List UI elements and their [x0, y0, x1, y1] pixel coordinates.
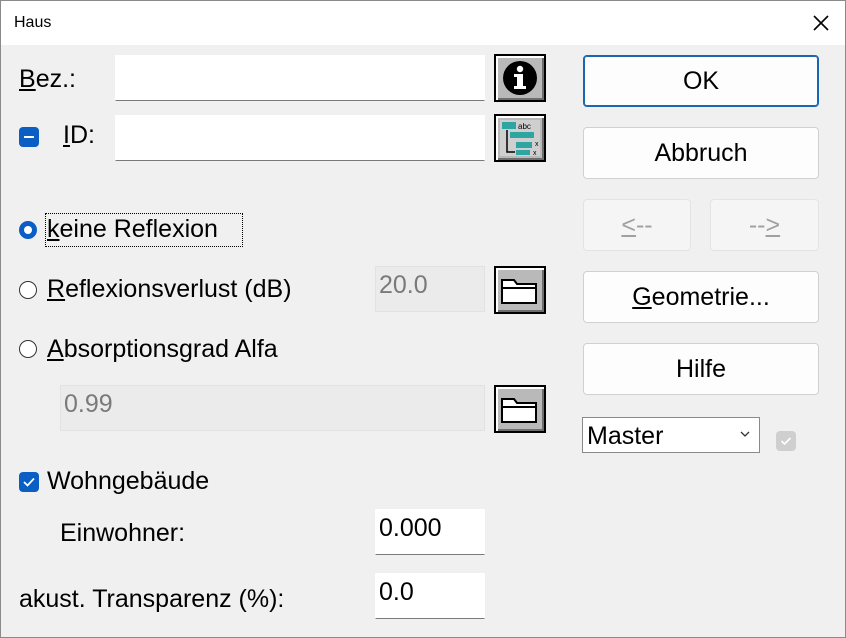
info-button[interactable]	[494, 54, 546, 102]
einwohner-input[interactable]: 0.000	[375, 509, 485, 555]
transparenz-label: akust. Transparenz (%):	[19, 585, 285, 613]
svg-text:abc: abc	[518, 122, 531, 131]
id-toggle-checkbox[interactable]	[19, 127, 39, 147]
check-icon	[780, 437, 792, 446]
svg-text:x: x	[535, 141, 539, 148]
radio-reflexionsverlust[interactable]	[19, 281, 37, 299]
alfa-folder-button[interactable]	[494, 385, 546, 433]
check-icon	[23, 477, 35, 487]
id-label: ID:	[63, 121, 95, 149]
minus-icon	[24, 136, 34, 138]
label-keine-reflexion[interactable]: keine Reflexion	[47, 215, 218, 244]
bez-label: Bez.:	[19, 65, 76, 93]
ok-button[interactable]: OK	[583, 55, 819, 107]
verlust-folder-button[interactable]	[494, 266, 546, 314]
title-bar: Haus	[1, 1, 845, 45]
close-button[interactable]	[797, 1, 845, 45]
alfa-input[interactable]: 0.99	[60, 385, 485, 431]
tree-list-icon: abc x x	[500, 120, 540, 157]
bez-input[interactable]	[115, 55, 485, 101]
chevron-down-icon	[740, 431, 750, 437]
svg-text:x: x	[533, 150, 537, 157]
window-title: Haus	[14, 14, 52, 31]
folder-icon	[501, 279, 537, 304]
einwohner-label: Einwohner:	[60, 519, 186, 547]
transparenz-input[interactable]: 0.0	[375, 573, 485, 619]
abbruch-button[interactable]: Abbruch	[583, 127, 819, 179]
label-absorptionsgrad[interactable]: Absorptionsgrad Alfa	[47, 335, 278, 364]
close-icon	[813, 15, 829, 31]
info-icon	[503, 61, 537, 95]
hilfe-button[interactable]: Hilfe	[583, 343, 819, 395]
radio-absorptionsgrad[interactable]	[19, 340, 37, 358]
master-select-value: Master	[587, 422, 664, 450]
id-input[interactable]	[115, 115, 485, 161]
radio-keine-reflexion[interactable]	[19, 221, 37, 239]
reflexionsverlust-input[interactable]: 20.0	[375, 266, 485, 312]
next-button[interactable]: -- >	[710, 199, 819, 251]
folder-icon	[501, 398, 537, 423]
master-checkbox[interactable]	[776, 431, 796, 451]
haus-dialog: Haus Bez.: ID: abc x x keine Reflexion R…	[0, 0, 846, 638]
wohngebaeude-checkbox[interactable]	[19, 472, 39, 492]
prev-button[interactable]: < --	[583, 199, 691, 251]
master-select[interactable]: Master	[582, 417, 760, 453]
geometrie-button[interactable]: Geometrie...	[583, 271, 819, 323]
wohngebaeude-label[interactable]: Wohngebäude	[47, 467, 209, 496]
id-tree-button[interactable]: abc x x	[494, 114, 546, 162]
label-reflexionsverlust[interactable]: Reflexionsverlust (dB)	[47, 275, 292, 304]
